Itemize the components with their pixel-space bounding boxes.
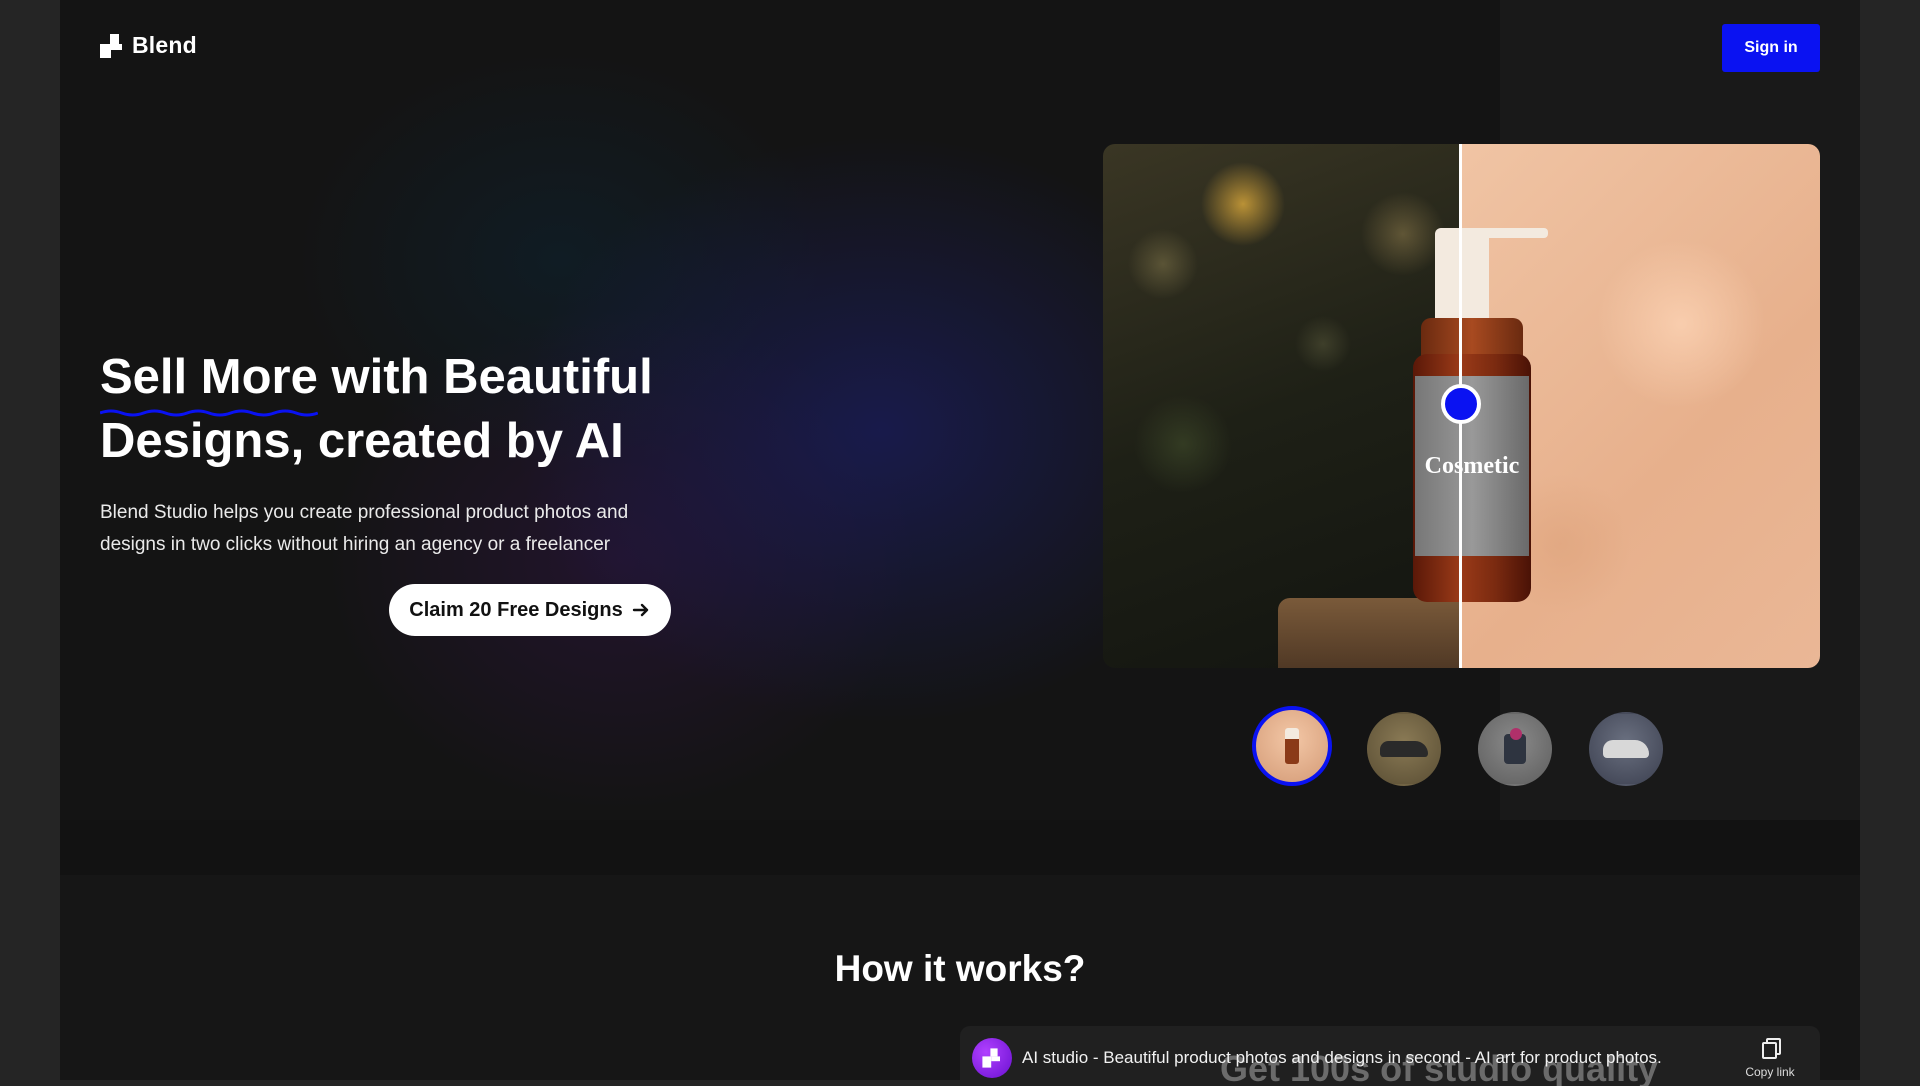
headline-accent: Sell More [100, 345, 318, 417]
product-thumbnails [1252, 706, 1663, 786]
comparison-slider-handle[interactable] [1441, 384, 1481, 424]
blend-logo-icon [982, 1048, 1001, 1068]
flower-icon [1510, 728, 1522, 740]
thumbnail-car[interactable] [1589, 712, 1663, 786]
brand-logo[interactable]: Blend [100, 32, 197, 59]
youtube-video-embed[interactable]: Get 100s of studio quality AI studio - B… [960, 1026, 1820, 1086]
video-title[interactable]: AI studio - Beautiful product photos and… [1022, 1048, 1662, 1068]
sneaker-icon [1380, 741, 1428, 757]
hero-headline: Sell More with Beautiful Designs, create… [100, 345, 720, 473]
before-image [1103, 144, 1461, 668]
thumbnail-cosmetic-bottle[interactable] [1252, 706, 1332, 786]
sign-in-button[interactable]: Sign in [1722, 24, 1820, 72]
claim-free-designs-button[interactable]: Claim 20 Free Designs [389, 584, 671, 636]
hero-subtext: Blend Studio helps you create profession… [100, 502, 629, 555]
bottle-icon [1285, 728, 1299, 764]
before-after-comparison[interactable]: Cosmetic [1103, 144, 1820, 668]
copy-link-button[interactable]: Copy link [1740, 1038, 1800, 1079]
bottle-pump [1435, 228, 1489, 322]
arrow-right-icon [632, 603, 648, 617]
channel-avatar[interactable] [972, 1038, 1012, 1078]
cta-label: Claim 20 Free Designs [409, 598, 623, 621]
site-header: Blend Sign in [60, 0, 1860, 96]
car-icon [1603, 740, 1649, 758]
squiggle-underline-icon [100, 409, 318, 417]
brand-name: Blend [132, 32, 197, 58]
rock-pedestal [1278, 598, 1478, 668]
thumbnail-sneaker[interactable] [1367, 712, 1441, 786]
copy-icon [1762, 1038, 1781, 1059]
copy-link-label: Copy link [1745, 1065, 1795, 1079]
blend-logo-icon [100, 33, 124, 58]
how-it-works-title: How it works? [834, 948, 1086, 989]
thumbnail-flower-vase[interactable] [1478, 712, 1552, 786]
headline-accent-text: Sell More [100, 350, 318, 404]
